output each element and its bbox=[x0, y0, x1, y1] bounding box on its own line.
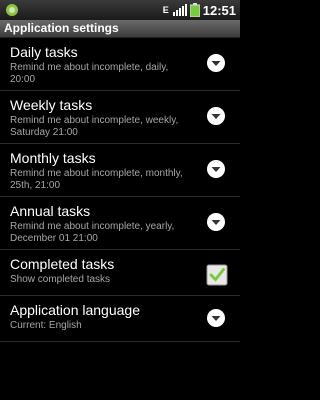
network-e-icon: E bbox=[162, 5, 169, 15]
dropdown-arrow-icon[interactable] bbox=[206, 212, 226, 232]
status-bar: E 12:51 bbox=[0, 0, 240, 21]
setting-monthly-tasks[interactable]: Monthly tasks Remind me about incomplete… bbox=[0, 144, 240, 197]
dropdown-arrow-icon[interactable] bbox=[206, 308, 226, 328]
setting-daily-tasks[interactable]: Daily tasks Remind me about incomplete, … bbox=[0, 38, 240, 91]
setting-summary: Current: English bbox=[10, 320, 82, 331]
setting-completed-tasks[interactable]: Completed tasks Show completed tasks bbox=[0, 250, 240, 296]
setting-title: Annual tasks bbox=[10, 203, 91, 219]
title-bar: Application settings bbox=[0, 20, 240, 38]
setting-summary: Remind me about incomplete, monthly, 25t… bbox=[10, 168, 183, 191]
setting-title: Application language bbox=[10, 302, 140, 318]
setting-title: Monthly tasks bbox=[10, 150, 96, 166]
setting-application-language[interactable]: Application language Current: English bbox=[0, 296, 240, 342]
setting-title: Weekly tasks bbox=[10, 97, 93, 113]
clock: 12:51 bbox=[202, 2, 236, 18]
setting-summary: Remind me about incomplete, daily, 20:00 bbox=[10, 62, 169, 85]
checkbox-checked-icon[interactable] bbox=[206, 264, 228, 286]
setting-summary: Show completed tasks bbox=[10, 274, 111, 285]
signal-icon bbox=[172, 4, 187, 16]
setting-summary: Remind me about incomplete, weekly, Satu… bbox=[10, 115, 179, 138]
settings-list: Daily tasks Remind me about incomplete, … bbox=[0, 38, 240, 342]
setting-annual-tasks[interactable]: Annual tasks Remind me about incomplete,… bbox=[0, 197, 240, 250]
dropdown-arrow-icon[interactable] bbox=[206, 53, 226, 73]
setting-weekly-tasks[interactable]: Weekly tasks Remind me about incomplete,… bbox=[0, 91, 240, 144]
dropdown-arrow-icon[interactable] bbox=[206, 159, 226, 179]
setting-title: Completed tasks bbox=[10, 256, 115, 272]
android-icon bbox=[6, 4, 18, 16]
battery-icon bbox=[189, 3, 200, 17]
dropdown-arrow-icon[interactable] bbox=[206, 106, 226, 126]
page-title: Application settings bbox=[4, 21, 119, 35]
setting-summary: Remind me about incomplete, yearly, Dece… bbox=[10, 221, 175, 244]
setting-title: Daily tasks bbox=[10, 44, 78, 60]
